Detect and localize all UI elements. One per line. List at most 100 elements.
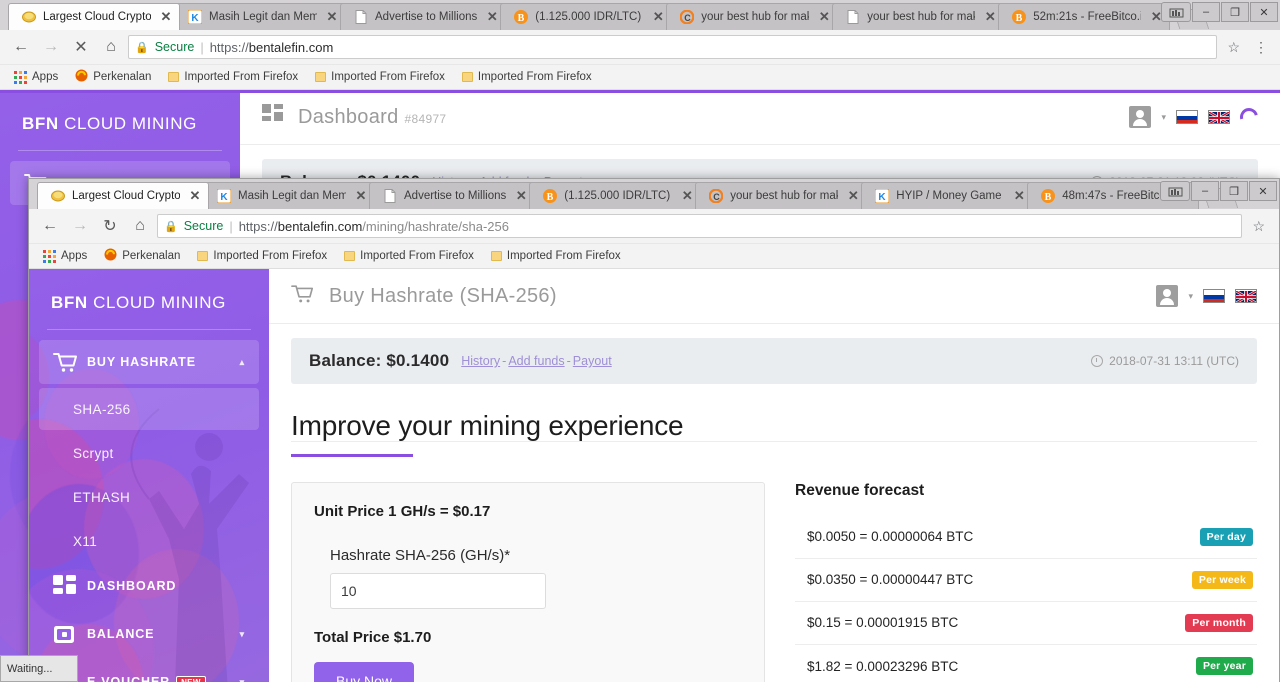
minimize-button[interactable]: – <box>1192 2 1220 22</box>
tab-close-icon[interactable]: ✕ <box>846 188 860 203</box>
browser-tab[interactable]: Largest Cloud Cryptoc ✕ <box>8 3 180 30</box>
sidebar-item-x11[interactable]: X11 <box>39 520 259 562</box>
close-button[interactable]: ✕ <box>1249 181 1277 201</box>
bookmark-item[interactable]: Imported From Firefox <box>162 69 304 85</box>
bookmark-item[interactable]: Perkenalan <box>98 246 186 266</box>
bookmark-item[interactable]: Imported From Firefox <box>485 248 627 264</box>
front-address-bar[interactable]: 🔒 Secure | https://bentalefin.com/mining… <box>157 214 1243 238</box>
front-bookmarks-bar[interactable]: Apps Perkenalan Imported From Firefox Impor… <box>29 244 1279 269</box>
payout-link[interactable]: Payout <box>573 354 612 368</box>
back-button[interactable]: ← <box>8 34 34 60</box>
bookmark-label: Apps <box>32 71 59 83</box>
front-url-text: https://bentalefin.com/mining/hashrate/s… <box>239 219 509 234</box>
close-button[interactable]: ✕ <box>1250 2 1278 22</box>
sidebar-item-balance[interactable]: BALANCE ▾ <box>39 612 259 656</box>
extension-icon[interactable] <box>1160 181 1190 201</box>
bookmark-item[interactable]: Imported From Firefox <box>191 248 333 264</box>
revenue-row: $0.0050 = 0.00000064 BTC Per day <box>795 516 1257 559</box>
sidebar-nav[interactable]: BUY HASHRATE ▴ SHA-256 Scrypt ETHASH X11… <box>29 330 269 682</box>
server-timestamp: 2018-07-31 13:11 (UTC) <box>1091 354 1239 368</box>
user-avatar-icon[interactable] <box>1129 106 1152 128</box>
buy-now-button[interactable]: Buy Now <box>314 661 415 682</box>
bookmark-item[interactable]: Imported From Firefox <box>338 248 480 264</box>
browser-tab-title: 52m:21s - FreeBitco.in <box>1033 11 1142 23</box>
user-avatar-icon[interactable] <box>1156 285 1179 307</box>
browser-tab[interactable]: Advertise to Millions ✕ <box>340 3 507 30</box>
history-link[interactable]: History <box>461 354 500 368</box>
back-omnibox-row[interactable]: ← → ✕ ⌂ 🔒 Secure | https://bentalefin.co… <box>0 30 1280 65</box>
browser-tab[interactable]: Cyour best hub for mak ✕ <box>695 182 868 209</box>
browser-tab[interactable]: Largest Cloud Cryptoc ✕ <box>37 182 209 209</box>
tab-close-icon[interactable]: ✕ <box>354 188 368 203</box>
back-page-title-id: #84977 <box>404 111 447 126</box>
browser-tab[interactable]: K Masih Legit dan Memb ✕ <box>174 3 346 30</box>
sidebar-item-sha-256[interactable]: SHA-256 <box>39 388 259 430</box>
home-button[interactable]: ⌂ <box>98 34 124 60</box>
bookmark-item[interactable]: Apps <box>37 248 93 265</box>
back-tab-strip[interactable]: Largest Cloud Cryptoc ✕ K Masih Legit dan M… <box>0 0 1280 30</box>
russia-flag-icon[interactable] <box>1176 110 1198 124</box>
chevron-down-icon[interactable]: ▾ <box>1161 112 1166 123</box>
browser-tab[interactable]: Cyour best hub for mak ✕ <box>666 3 839 30</box>
uk-flag-icon[interactable] <box>1235 289 1257 303</box>
browser-tab[interactable]: K Masih Legit dan Memb ✕ <box>203 182 375 209</box>
browser-tab[interactable]: your best hub for mak ✕ <box>832 3 1005 30</box>
sidebar-item-dashboard[interactable]: DASHBOARD <box>39 564 259 608</box>
back-window-controls[interactable]: – ❐ ✕ <box>1161 2 1278 22</box>
bookmark-label: Imported From Firefox <box>506 250 621 262</box>
back-window-titlebar: Largest Cloud Cryptoc ✕ K Masih Legit dan M… <box>0 0 1280 30</box>
browser-tab[interactable]: K HYIP / Money Game / H ✕ <box>861 182 1034 209</box>
svg-text:C: C <box>685 13 692 23</box>
bookmark-star-icon[interactable]: ☆ <box>1221 39 1246 56</box>
url-host: bentalefin.com <box>248 39 334 55</box>
balance-links[interactable]: History - Add funds - Payout <box>461 354 611 368</box>
back-button[interactable]: ← <box>37 213 63 239</box>
bookmark-star-icon[interactable]: ☆ <box>1246 218 1271 235</box>
extension-icon[interactable] <box>1161 2 1191 22</box>
front-window-controls[interactable]: – ❐ ✕ <box>1160 181 1277 201</box>
browser-tab[interactable]: B (1.125.000 IDR/LTC) L ✕ <box>529 182 702 209</box>
front-tab-strip[interactable]: Largest Cloud Cryptoc ✕ K Masih Legit dan M… <box>29 179 1279 209</box>
add-funds-link[interactable]: Add funds <box>508 354 564 368</box>
reload-button[interactable]: ↻ <box>97 213 123 239</box>
sidebar-item-ethash[interactable]: ETHASH <box>39 476 259 518</box>
app-sidebar[interactable]: BFN CLOUD MINING BUY HASHRATE ▴ SHA-256 … <box>29 269 269 682</box>
bookmark-item[interactable]: Apps <box>8 69 64 86</box>
tab-close-icon[interactable]: ✕ <box>485 9 499 24</box>
tab-close-icon[interactable]: ✕ <box>325 9 339 24</box>
uk-flag-icon[interactable] <box>1208 110 1230 124</box>
browser-tab[interactable]: Advertise to Millions ✕ <box>369 182 536 209</box>
tab-close-icon[interactable]: ✕ <box>514 188 528 203</box>
hashrate-input[interactable] <box>330 572 546 609</box>
sidebar-item-buy-hashrate[interactable]: BUY HASHRATE ▴ <box>39 340 259 384</box>
dashboard-icon <box>53 574 87 598</box>
minimize-button[interactable]: – <box>1191 181 1219 201</box>
chrome-menu-icon[interactable]: ⋮ <box>1250 40 1272 54</box>
sidebar-item-scrypt[interactable]: Scrypt <box>39 432 259 474</box>
bookmark-item[interactable]: Imported From Firefox <box>456 69 598 85</box>
chevron-down-icon[interactable]: ▾ <box>1188 291 1193 302</box>
tab-close-icon[interactable]: ✕ <box>983 9 997 24</box>
home-button[interactable]: ⌂ <box>127 213 153 239</box>
k-icon: K <box>187 9 203 25</box>
bookmark-item[interactable]: Imported From Firefox <box>309 69 451 85</box>
tab-close-icon[interactable]: ✕ <box>817 9 831 24</box>
tab-close-icon[interactable]: ✕ <box>188 188 202 203</box>
browser-tab[interactable]: B 52m:21s - FreeBitco.in ✕ <box>998 3 1171 30</box>
tab-close-icon[interactable]: ✕ <box>159 9 173 24</box>
tab-close-icon[interactable]: ✕ <box>1012 188 1026 203</box>
restore-button[interactable]: ❐ <box>1220 181 1248 201</box>
back-header-icons[interactable]: ▾ <box>1129 104 1262 130</box>
back-address-bar[interactable]: 🔒 Secure | https://bentalefin.com <box>128 35 1218 59</box>
russia-flag-icon[interactable] <box>1203 289 1225 303</box>
restore-button[interactable]: ❐ <box>1221 2 1249 22</box>
browser-tab[interactable]: B (1.125.000 IDR/LTC) L ✕ <box>500 3 673 30</box>
header-icons[interactable]: ▾ <box>1156 285 1257 307</box>
front-omnibox-row[interactable]: ← → ↻ ⌂ 🔒 Secure | https://bentalefin.co… <box>29 209 1279 244</box>
foreground-browser-window[interactable]: Largest Cloud Cryptoc ✕ K Masih Legit dan M… <box>28 178 1280 682</box>
bookmark-item[interactable]: Perkenalan <box>69 67 157 87</box>
tab-close-icon[interactable]: ✕ <box>680 188 694 203</box>
tab-close-icon[interactable]: ✕ <box>651 9 665 24</box>
stop-button[interactable]: ✕ <box>68 34 94 60</box>
back-bookmarks-bar[interactable]: Apps Perkenalan Imported From Firefox Impor… <box>0 65 1280 90</box>
